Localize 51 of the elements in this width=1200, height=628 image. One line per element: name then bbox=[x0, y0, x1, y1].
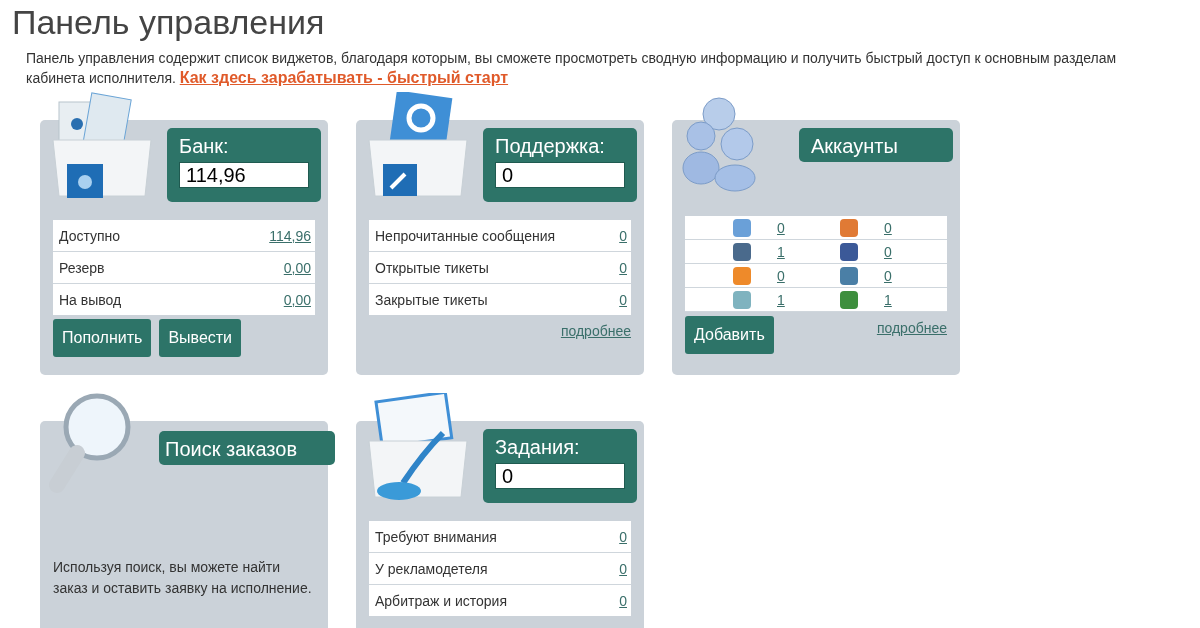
account-count-link[interactable]: 0 bbox=[884, 219, 947, 236]
account-count-link[interactable]: 1 bbox=[777, 291, 840, 308]
row-value-link[interactable]: 0 bbox=[619, 592, 627, 609]
account-count-link[interactable]: 0 bbox=[884, 243, 947, 260]
network-icon bbox=[840, 266, 858, 285]
account-count-link[interactable]: 0 bbox=[884, 267, 947, 284]
row-value-link[interactable]: 0,00 bbox=[283, 259, 311, 276]
row-label: Требуют внимания bbox=[375, 528, 497, 545]
row-label: Арбитраж и история bbox=[375, 592, 507, 609]
row-value-link[interactable]: 0 bbox=[619, 528, 627, 545]
network-icon bbox=[840, 290, 858, 309]
row-label: Открытые тикеты bbox=[375, 259, 489, 276]
more-link[interactable]: подробнее bbox=[560, 323, 631, 339]
widget-title: Банк: bbox=[179, 134, 230, 158]
network-icon bbox=[733, 218, 751, 237]
account-count-link[interactable]: 1 bbox=[777, 243, 840, 260]
row-value-link[interactable]: 0 bbox=[619, 560, 627, 577]
widget-title: Задания: bbox=[495, 435, 581, 459]
quick-start-link[interactable]: Как здесь зарабатывать - быстрый старт bbox=[179, 69, 509, 86]
row-label: Закрытые тикеты bbox=[375, 291, 488, 308]
value-field: 0 bbox=[495, 162, 625, 188]
account-count-link[interactable]: 0 bbox=[777, 219, 840, 236]
row-label: У рекламодетеля bbox=[375, 560, 488, 577]
row-label: Резерв bbox=[59, 259, 105, 276]
row-value-link[interactable]: 0,00 bbox=[283, 291, 311, 308]
row-label: Доступно bbox=[59, 227, 121, 244]
row-label: Непрочитанные сообщения bbox=[375, 227, 556, 244]
widget-title: Поиск заказов bbox=[165, 437, 299, 461]
intro-text: Панель управления содержит список виджетов, благодаря которым, вы сможете просмотреть сводную информацию и получить быстрый доступ к основным разделам кабинета исполнителя. Как здесь зарабатывать - быстрый старт bbox=[26, 49, 1118, 88]
network-icon bbox=[733, 242, 751, 261]
value-field: 114,96 bbox=[179, 162, 309, 188]
widget-title: Аккаунты bbox=[811, 134, 899, 158]
row-value-link[interactable]: 0 bbox=[619, 291, 627, 308]
account-count-link[interactable]: 1 bbox=[884, 291, 947, 308]
widget-title: Поддержка: bbox=[495, 134, 606, 158]
widget-description: Используя поиск, вы можете найти заказ и оставить заявку на исполнение. bbox=[53, 558, 313, 598]
row-value-link[interactable]: 0 bbox=[619, 227, 627, 244]
network-icon bbox=[840, 242, 858, 261]
page-title: Панель управления bbox=[12, 2, 326, 42]
action-button[interactable]: Вывести bbox=[159, 319, 242, 357]
network-icon bbox=[733, 290, 751, 309]
row-value-link[interactable]: 114,96 bbox=[269, 227, 311, 244]
account-count-link[interactable]: 0 bbox=[777, 267, 840, 284]
network-icon bbox=[840, 218, 858, 237]
row-value-link[interactable]: 0 bbox=[619, 259, 627, 276]
action-button[interactable]: Добавить bbox=[685, 316, 774, 354]
value-field: 0 bbox=[495, 463, 625, 489]
row-label: На вывод bbox=[59, 291, 122, 308]
more-link[interactable]: подробнее bbox=[876, 320, 947, 336]
network-icon bbox=[733, 266, 751, 285]
action-button[interactable]: Пополнить bbox=[53, 319, 152, 357]
